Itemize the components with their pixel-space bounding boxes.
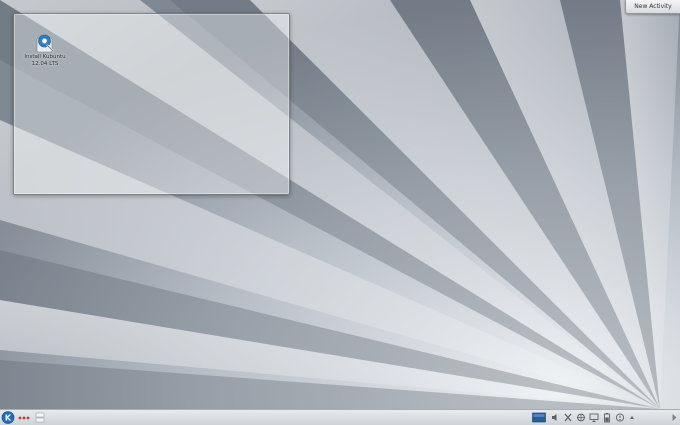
digital-clock[interactable] [636, 411, 668, 424]
kde-logo-icon[interactable]: K [1, 411, 15, 424]
install-kubuntu-label-line2: 12.04 LTS [31, 60, 59, 67]
battery-icon[interactable] [602, 412, 612, 423]
desktop[interactable]: New Activity Install Kubuntu 12.04 LTS [0, 0, 680, 409]
activity-dots-icon[interactable] [17, 411, 31, 424]
installer-icon [36, 34, 54, 53]
monitor-icon[interactable] [589, 412, 599, 423]
svg-text:K: K [5, 414, 12, 423]
pager-icon[interactable] [35, 411, 45, 424]
install-kubuntu-shortcut[interactable]: Install Kubuntu 12.04 LTS [23, 32, 67, 67]
new-activity-label: New Activity [634, 3, 672, 10]
new-activity-button[interactable]: New Activity [625, 0, 680, 14]
install-kubuntu-label-line1: Install Kubuntu [24, 54, 66, 60]
notification-icon[interactable] [615, 412, 625, 423]
window-thumbnail-icon[interactable] [532, 411, 546, 424]
speaker-icon[interactable] [550, 412, 560, 423]
clipboard-icon[interactable] [563, 412, 573, 423]
folder-view-widget[interactable]: Install Kubuntu 12.04 LTS [13, 13, 290, 195]
panel-toolbox-icon[interactable] [671, 412, 678, 423]
taskbar-panel: K [0, 409, 680, 425]
network-icon[interactable] [576, 412, 586, 423]
